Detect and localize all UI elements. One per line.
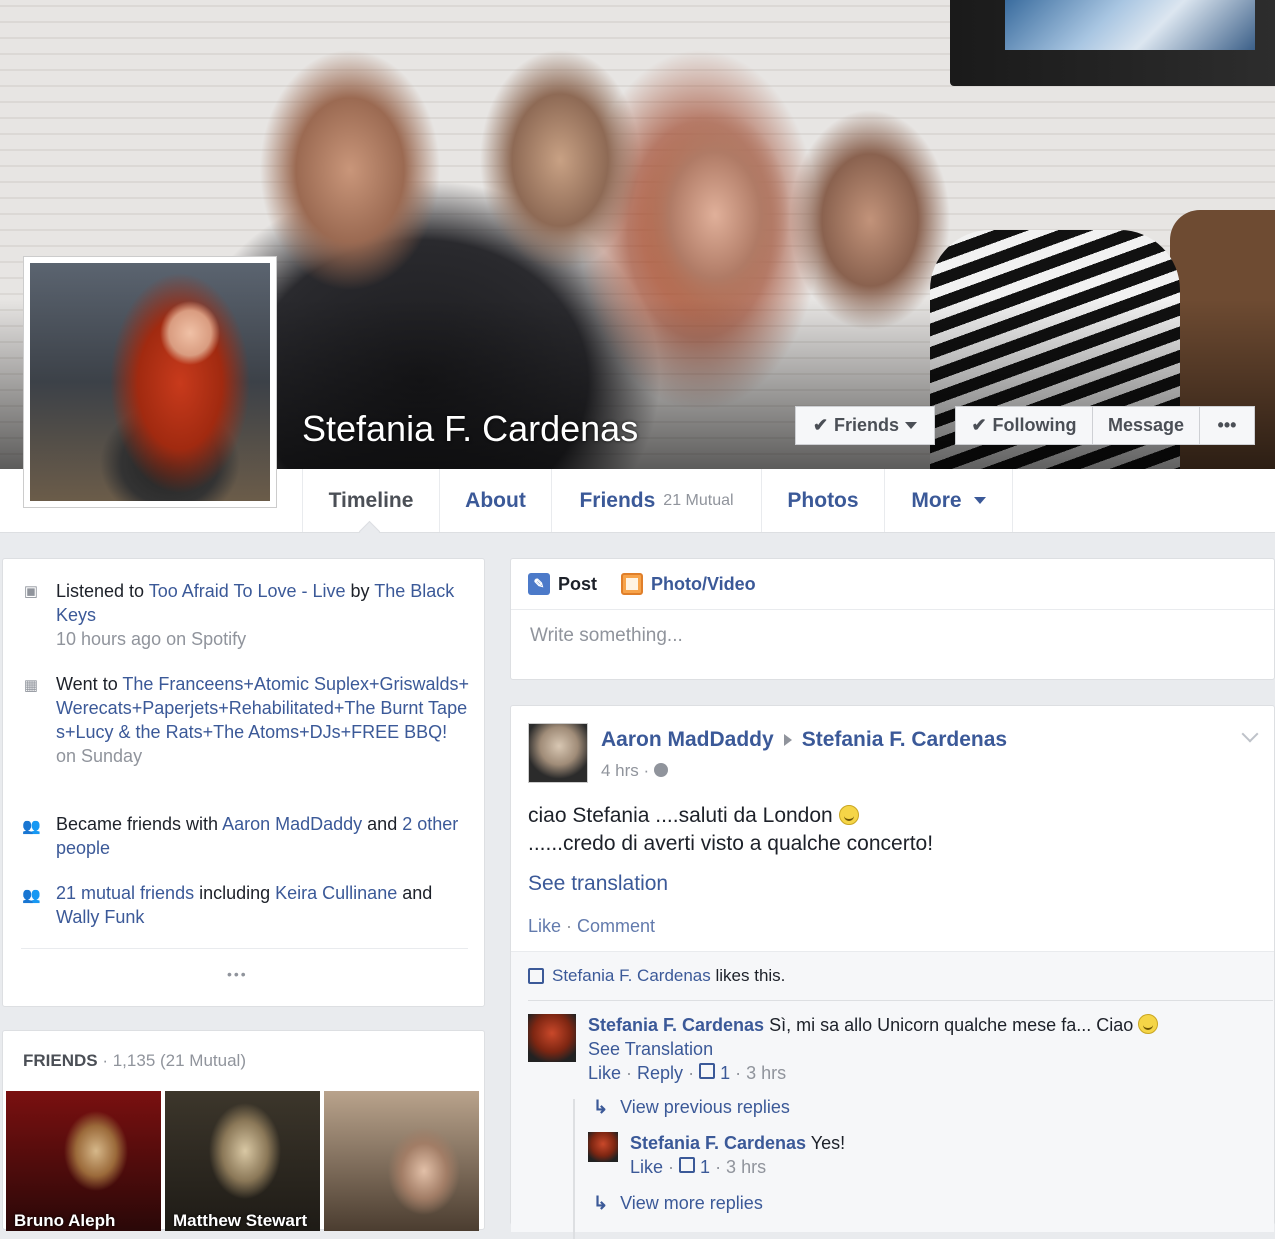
more-options-button[interactable]: •••	[1199, 406, 1255, 445]
friend-link[interactable]: Keira Cullinane	[275, 883, 397, 903]
caret-down-icon	[973, 497, 986, 504]
post-header: Aaron MadDaddy Stefania F. Cardenas	[601, 728, 1007, 752]
check-icon: ✔	[812, 415, 829, 435]
friend-thumbnail[interactable]	[324, 1091, 479, 1231]
view-previous-replies-link[interactable]: ↳ View previous replies	[593, 1095, 790, 1119]
smiley-icon	[1138, 1014, 1159, 1034]
thumbs-up-icon	[699, 1063, 716, 1079]
tab-friends[interactable]: Friends 21 Mutual	[552, 469, 762, 532]
following-button[interactable]: ✔ Following	[955, 406, 1093, 445]
smiley-icon	[838, 805, 859, 825]
photo-icon	[621, 573, 643, 595]
reply-like-button[interactable]: Like	[630, 1157, 663, 1177]
timeline-post: Aaron MadDaddy Stefania F. Cardenas 4 hr…	[510, 705, 1275, 1239]
post-target-link[interactable]: Stefania F. Cardenas	[802, 728, 1007, 752]
globe-icon	[653, 763, 668, 777]
message-button[interactable]: Message	[1092, 406, 1200, 445]
cover-tv	[950, 0, 1275, 86]
see-translation-link[interactable]: See translation	[528, 872, 668, 896]
comment-reply-button[interactable]: Reply	[637, 1063, 683, 1083]
thumbs-up-icon	[679, 1157, 696, 1173]
activity-item: Became friends with Aaron MadDaddy and 2…	[56, 814, 459, 858]
mutual-friends-link[interactable]: 21 mutual friends	[56, 883, 194, 903]
friends-button[interactable]: ✔ Friends	[795, 406, 935, 445]
ellipsis-icon: •••	[1217, 415, 1237, 435]
friends-icon: 👥	[22, 818, 41, 835]
activity-item: Listened to Too Afraid To Love - Live by…	[56, 581, 455, 649]
friend-link[interactable]: Wally Funk	[56, 907, 144, 927]
comment-button[interactable]: Comment	[577, 916, 655, 936]
composer-input[interactable]	[528, 624, 1252, 648]
activity-item: 21 mutual friends including Keira Cullin…	[56, 883, 433, 927]
view-more-replies-link[interactable]: ↳ View more replies	[593, 1191, 763, 1215]
arrow-right-icon	[783, 734, 792, 746]
chevron-down-icon[interactable]	[1241, 725, 1259, 743]
see-more-dots[interactable]: •••	[227, 966, 248, 982]
comment-like-button[interactable]: Like	[588, 1063, 621, 1083]
check-icon: ✔	[971, 415, 987, 435]
friends-icon: 👥	[22, 887, 41, 904]
avatar[interactable]	[528, 1014, 576, 1062]
reply-author-link[interactable]: Stefania F. Cardenas	[630, 1133, 806, 1153]
reply: Stefania F. Cardenas Yes! Like · 1 · 3 h…	[630, 1133, 846, 1177]
tab-more[interactable]: More	[885, 469, 1013, 532]
song-link[interactable]: Too Afraid To Love - Live	[149, 581, 346, 601]
avatar[interactable]	[528, 723, 588, 783]
post-author-link[interactable]: Aaron MadDaddy	[601, 728, 774, 752]
friends-header[interactable]: FRIENDS · 1,135 (21 Mutual)	[23, 1051, 246, 1071]
tab-about[interactable]: About	[440, 469, 552, 532]
comment: Stefania F. Cardenas Sì, mi sa allo Unic…	[588, 1013, 1159, 1085]
thumbs-up-icon	[528, 968, 544, 984]
tab-photos[interactable]: Photos	[762, 469, 885, 532]
post-timestamp[interactable]: 4 hrs ·	[601, 761, 668, 781]
profile-picture[interactable]	[23, 256, 277, 508]
post-composer: ✎ Post Photo/Video	[510, 558, 1275, 680]
composer-post-tab[interactable]: ✎ Post	[528, 573, 597, 595]
comment-author-link[interactable]: Stefania F. Cardenas	[588, 1015, 764, 1035]
profile-name[interactable]: Stefania F. Cardenas	[302, 408, 638, 450]
pencil-icon: ✎	[528, 573, 550, 595]
post-actions: Like · Comment	[528, 916, 656, 936]
reply-arrow-icon: ↳	[593, 1097, 609, 1117]
recent-activity-card: ▣ Listened to Too Afraid To Love - Live …	[2, 558, 485, 1007]
friend-link[interactable]: Aaron MadDaddy	[222, 814, 362, 834]
reply-arrow-icon: ↳	[593, 1193, 609, 1213]
see-translation-link[interactable]: See Translation	[588, 1039, 713, 1059]
like-button[interactable]: Like	[528, 916, 561, 936]
post-feedback: Stefania F. Cardenas likes this. Stefani…	[511, 951, 1274, 1239]
avatar[interactable]	[588, 1132, 618, 1162]
post-text: ciao Stefania ....saluti da London .....…	[528, 804, 934, 855]
composer-photo-tab[interactable]: Photo/Video	[621, 573, 756, 595]
caret-down-icon	[905, 422, 918, 429]
friend-thumbnail[interactable]: Bruno Aleph	[6, 1091, 161, 1231]
activity-item: Went to The Franceens+Atomic Suplex+Gris…	[56, 674, 470, 766]
friend-thumbnail[interactable]: Matthew Stewart	[165, 1091, 320, 1231]
likes-summary: Stefania F. Cardenas likes this.	[528, 966, 785, 986]
calendar-icon: ▦	[23, 677, 39, 694]
box-icon: ▣	[23, 583, 39, 600]
liker-link[interactable]: Stefania F. Cardenas	[552, 966, 711, 985]
